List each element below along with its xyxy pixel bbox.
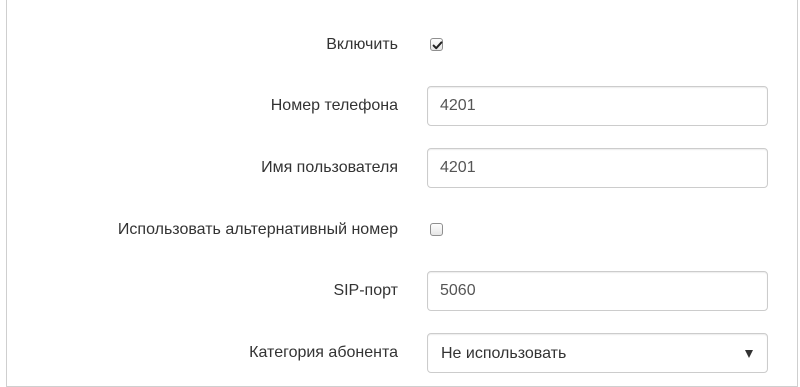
alt-number-label: Использовать альтернативный номер [117, 221, 398, 238]
username-input[interactable]: 4201 [427, 148, 768, 188]
sip-port-label: SIP-порт [333, 282, 398, 299]
alt-number-row: Использовать альтернативный номер [0, 210, 800, 250]
phone-number-row: Номер телефона 4201 [0, 86, 800, 126]
sip-port-row: SIP-порт 5060 [0, 271, 800, 311]
subscriber-category-select[interactable]: Не использовать [427, 333, 768, 373]
subscriber-category-label: Категория абонента [249, 344, 398, 361]
subscriber-category-value: Не использовать [441, 345, 567, 362]
username-row: Имя пользователя 4201 [0, 148, 800, 188]
enable-checkbox[interactable] [430, 38, 443, 51]
sip-port-input[interactable]: 5060 [427, 271, 768, 311]
alt-number-checkbox[interactable] [430, 223, 443, 236]
checkmark-icon [432, 41, 443, 50]
phone-number-input[interactable]: 4201 [427, 86, 768, 126]
enable-label: Включить [326, 36, 398, 53]
username-label: Имя пользователя [261, 159, 398, 176]
phone-number-label: Номер телефона [270, 97, 398, 114]
subscriber-category-row: Категория абонента Не использовать [0, 333, 800, 373]
enable-row: Включить [0, 25, 800, 65]
caret-down-icon [745, 350, 753, 358]
